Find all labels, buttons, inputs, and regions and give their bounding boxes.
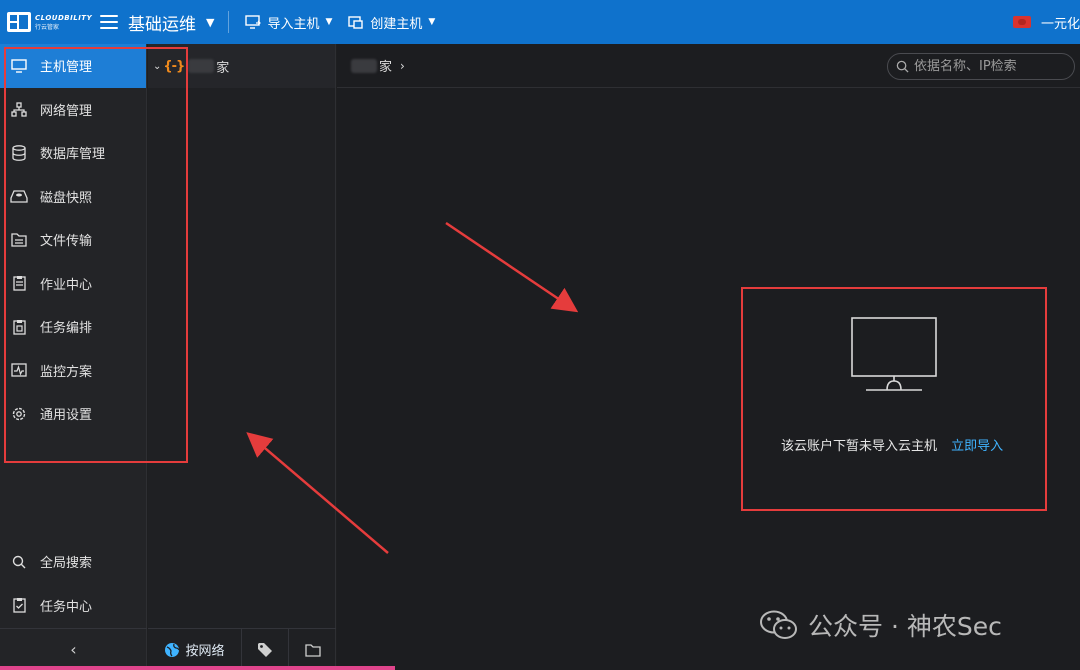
globe-icon — [165, 642, 181, 657]
search-box[interactable] — [887, 53, 1075, 80]
import-host-label: 导入主机 — [267, 16, 320, 32]
user-label: 一元化 — [1040, 16, 1080, 32]
import-host-button[interactable]: 导入主机 ▼ — [245, 13, 332, 32]
chevron-left-icon: ‹ — [70, 640, 77, 659]
wechat-icon — [760, 610, 797, 639]
monitor-empty-icon — [851, 317, 937, 391]
create-host-icon — [348, 16, 364, 29]
folder-icon — [304, 643, 321, 657]
top-bar: CLOUDBILITY 行云管家 基础运维 ▼ 导入主机 ▼ 创建主机 ▼ 一元… — [0, 0, 1080, 44]
watermark-text: 公众号 · 神农Sec — [808, 612, 1002, 641]
flag-icon — [1012, 16, 1031, 28]
search-input[interactable] — [914, 59, 1064, 74]
redacted-text — [351, 58, 377, 73]
main-content: 家 › 该云账户下暂未导入云主机 立即导入 — [337, 44, 1080, 670]
divider — [228, 11, 230, 33]
tag-icon — [258, 642, 272, 657]
logo-mark-icon — [6, 11, 32, 33]
collapse-sidebar-button[interactable]: ‹ — [0, 628, 147, 670]
logo-text: CLOUDBILITY — [35, 13, 93, 22]
search-icon — [10, 553, 28, 571]
logo-subtext: 行云管家 — [35, 23, 60, 31]
app-switcher[interactable]: 基础运维 ▼ — [128, 10, 214, 35]
tree-view-tabs: 按网络 — [148, 628, 336, 670]
create-host-label: 创建主机 — [370, 16, 423, 32]
annotation-box — [4, 47, 188, 463]
empty-message: 该云账户下暂未导入云主机 — [781, 439, 938, 454]
hamburger-menu-icon[interactable] — [100, 15, 118, 29]
sidebar-item-label: 任务中心 — [40, 599, 93, 615]
chevron-down-icon: ▼ — [428, 17, 436, 27]
create-host-button[interactable]: 创建主机 ▼ — [348, 13, 435, 32]
sidebar-item-label: 全局搜索 — [40, 556, 93, 572]
tab-by-folder[interactable] — [289, 629, 336, 670]
import-now-link[interactable]: 立即导入 — [951, 439, 1003, 454]
tree-node-label: 家 — [216, 60, 230, 76]
main-header: 家 › — [337, 44, 1080, 88]
redacted-text — [188, 59, 215, 73]
user-menu[interactable]: 一元化 — [1012, 0, 1080, 44]
breadcrumb-label: 家 — [379, 60, 393, 75]
breadcrumb[interactable]: 家 › — [351, 56, 405, 75]
tab-by-tag[interactable] — [242, 629, 289, 670]
empty-state: 该云账户下暂未导入云主机 立即导入 — [741, 287, 1047, 511]
logo[interactable]: CLOUDBILITY 行云管家 — [6, 11, 94, 33]
search-icon — [896, 60, 909, 73]
import-host-icon — [245, 15, 262, 29]
watermark: 公众号 · 神农Sec — [760, 607, 1002, 643]
app-title: 基础运维 — [128, 14, 196, 35]
sidebar-item-global-search[interactable]: 全局搜索 — [0, 540, 147, 584]
task-check-icon — [10, 596, 28, 614]
tab-by-network[interactable]: 按网络 — [148, 629, 242, 670]
bottom-accent-bar — [0, 666, 395, 670]
chevron-right-icon: › — [400, 58, 405, 73]
chevron-down-icon: ▼ — [206, 15, 215, 29]
chevron-down-icon: ▼ — [325, 17, 333, 27]
sidebar-item-task-center[interactable]: 任务中心 — [0, 584, 147, 628]
tab-label: 按网络 — [185, 644, 225, 659]
